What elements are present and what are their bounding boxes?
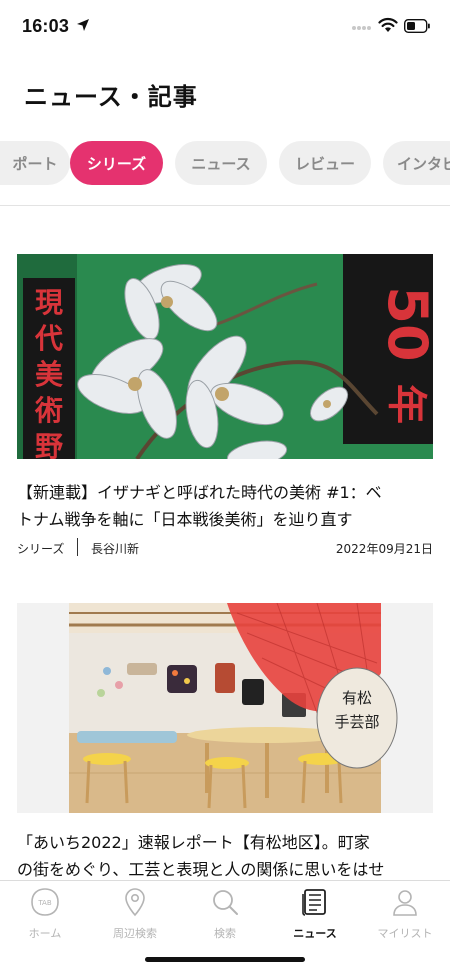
svg-text:有松: 有松 xyxy=(342,689,372,707)
tab-interview[interactable]: インタビ xyxy=(383,141,450,185)
tab-label: インタビ xyxy=(397,154,450,173)
svg-text:術: 術 xyxy=(34,394,63,427)
article-title-line: 「あいち2022」速報レポート【有松地区】。町家 xyxy=(17,833,370,852)
wifi-icon xyxy=(378,17,398,32)
nav-nearby[interactable]: 周辺検索 xyxy=(90,887,180,945)
location-arrow-icon xyxy=(77,19,89,31)
signal-dots-icon xyxy=(352,26,371,30)
article-title-line: の街をめぐり、工芸と表現と人の関係に思いをはせ xyxy=(17,860,385,879)
svg-text:美: 美 xyxy=(35,358,63,391)
tab-news[interactable]: ニュース xyxy=(175,141,267,185)
svg-text:年: 年 xyxy=(383,384,429,424)
nav-mylist[interactable]: マイリスト xyxy=(360,887,450,945)
article-2-title[interactable]: 「あいち2022」速報レポート【有松地区】。町家 の街をめぐり、工芸と表現と人の… xyxy=(17,829,437,883)
article-title-line: 【新連載】イザナギと呼ばれた時代の美術 #1：ベ xyxy=(17,483,382,502)
page-title: ニュース・記事 xyxy=(24,83,198,111)
nav-home[interactable]: TAB ホーム xyxy=(0,887,90,945)
home-indicator xyxy=(145,957,305,962)
tab-label: シリーズ xyxy=(86,154,147,173)
svg-text:TAB: TAB xyxy=(37,899,52,907)
article-1-image[interactable]: 現 代 美 術 野 50 年 xyxy=(17,254,433,459)
nav-label: ニュース xyxy=(293,927,337,940)
cherry-blossom-poster-image: 現 代 美 術 野 50 年 xyxy=(17,254,433,459)
tabs-divider xyxy=(0,205,450,206)
nav-label: マイリスト xyxy=(377,927,433,940)
article-1-meta: シリーズ 長谷川新 2022年09月21日 xyxy=(17,538,433,558)
tab-report[interactable]: ポート xyxy=(0,141,70,185)
nav-news[interactable]: ニュース xyxy=(270,887,360,945)
battery-icon xyxy=(404,19,430,33)
tab-review[interactable]: レビュー xyxy=(279,141,371,185)
svg-text:手芸部: 手芸部 xyxy=(334,713,379,731)
article-category: シリーズ xyxy=(17,542,65,556)
article-date: 2022年09月21日 xyxy=(335,542,433,556)
article-2-image[interactable]: 有松 手芸部 xyxy=(17,603,433,813)
tab-label: ニュース xyxy=(191,154,251,173)
svg-text:50: 50 xyxy=(376,286,433,361)
map-pin-icon xyxy=(125,888,145,917)
meta-separator xyxy=(77,538,78,556)
article-1-title[interactable]: 【新連載】イザナギと呼ばれた時代の美術 #1：ベ トナム戦争を軸に「日本戦後美術… xyxy=(17,479,437,533)
svg-text:野: 野 xyxy=(35,430,63,459)
person-icon xyxy=(393,890,417,916)
tab-series[interactable]: シリーズ xyxy=(70,141,163,185)
news-icon xyxy=(302,889,326,916)
tab-logo-icon: TAB xyxy=(31,888,59,916)
category-tabs: ポート シリーズ ニュース レビュー インタビ xyxy=(0,141,450,187)
tab-label: レビュー xyxy=(294,154,355,173)
nav-label: 検索 xyxy=(214,927,236,940)
svg-text:代: 代 xyxy=(34,322,63,355)
status-time: 16:03 xyxy=(22,16,70,36)
exhibition-room-image: 有松 手芸部 xyxy=(69,603,398,813)
nav-label: 周辺検索 xyxy=(113,927,157,940)
article-title-line: トナム戦争を軸に「日本戦後美術」を辿り直す xyxy=(17,510,353,529)
tab-label: ポート xyxy=(12,154,58,173)
search-icon xyxy=(213,890,238,915)
article-author: 長谷川新 xyxy=(91,542,140,556)
nav-search[interactable]: 検索 xyxy=(180,887,270,945)
status-bar: 16:03 xyxy=(0,0,450,56)
svg-text:現: 現 xyxy=(35,286,63,319)
nav-label: ホーム xyxy=(28,927,62,940)
